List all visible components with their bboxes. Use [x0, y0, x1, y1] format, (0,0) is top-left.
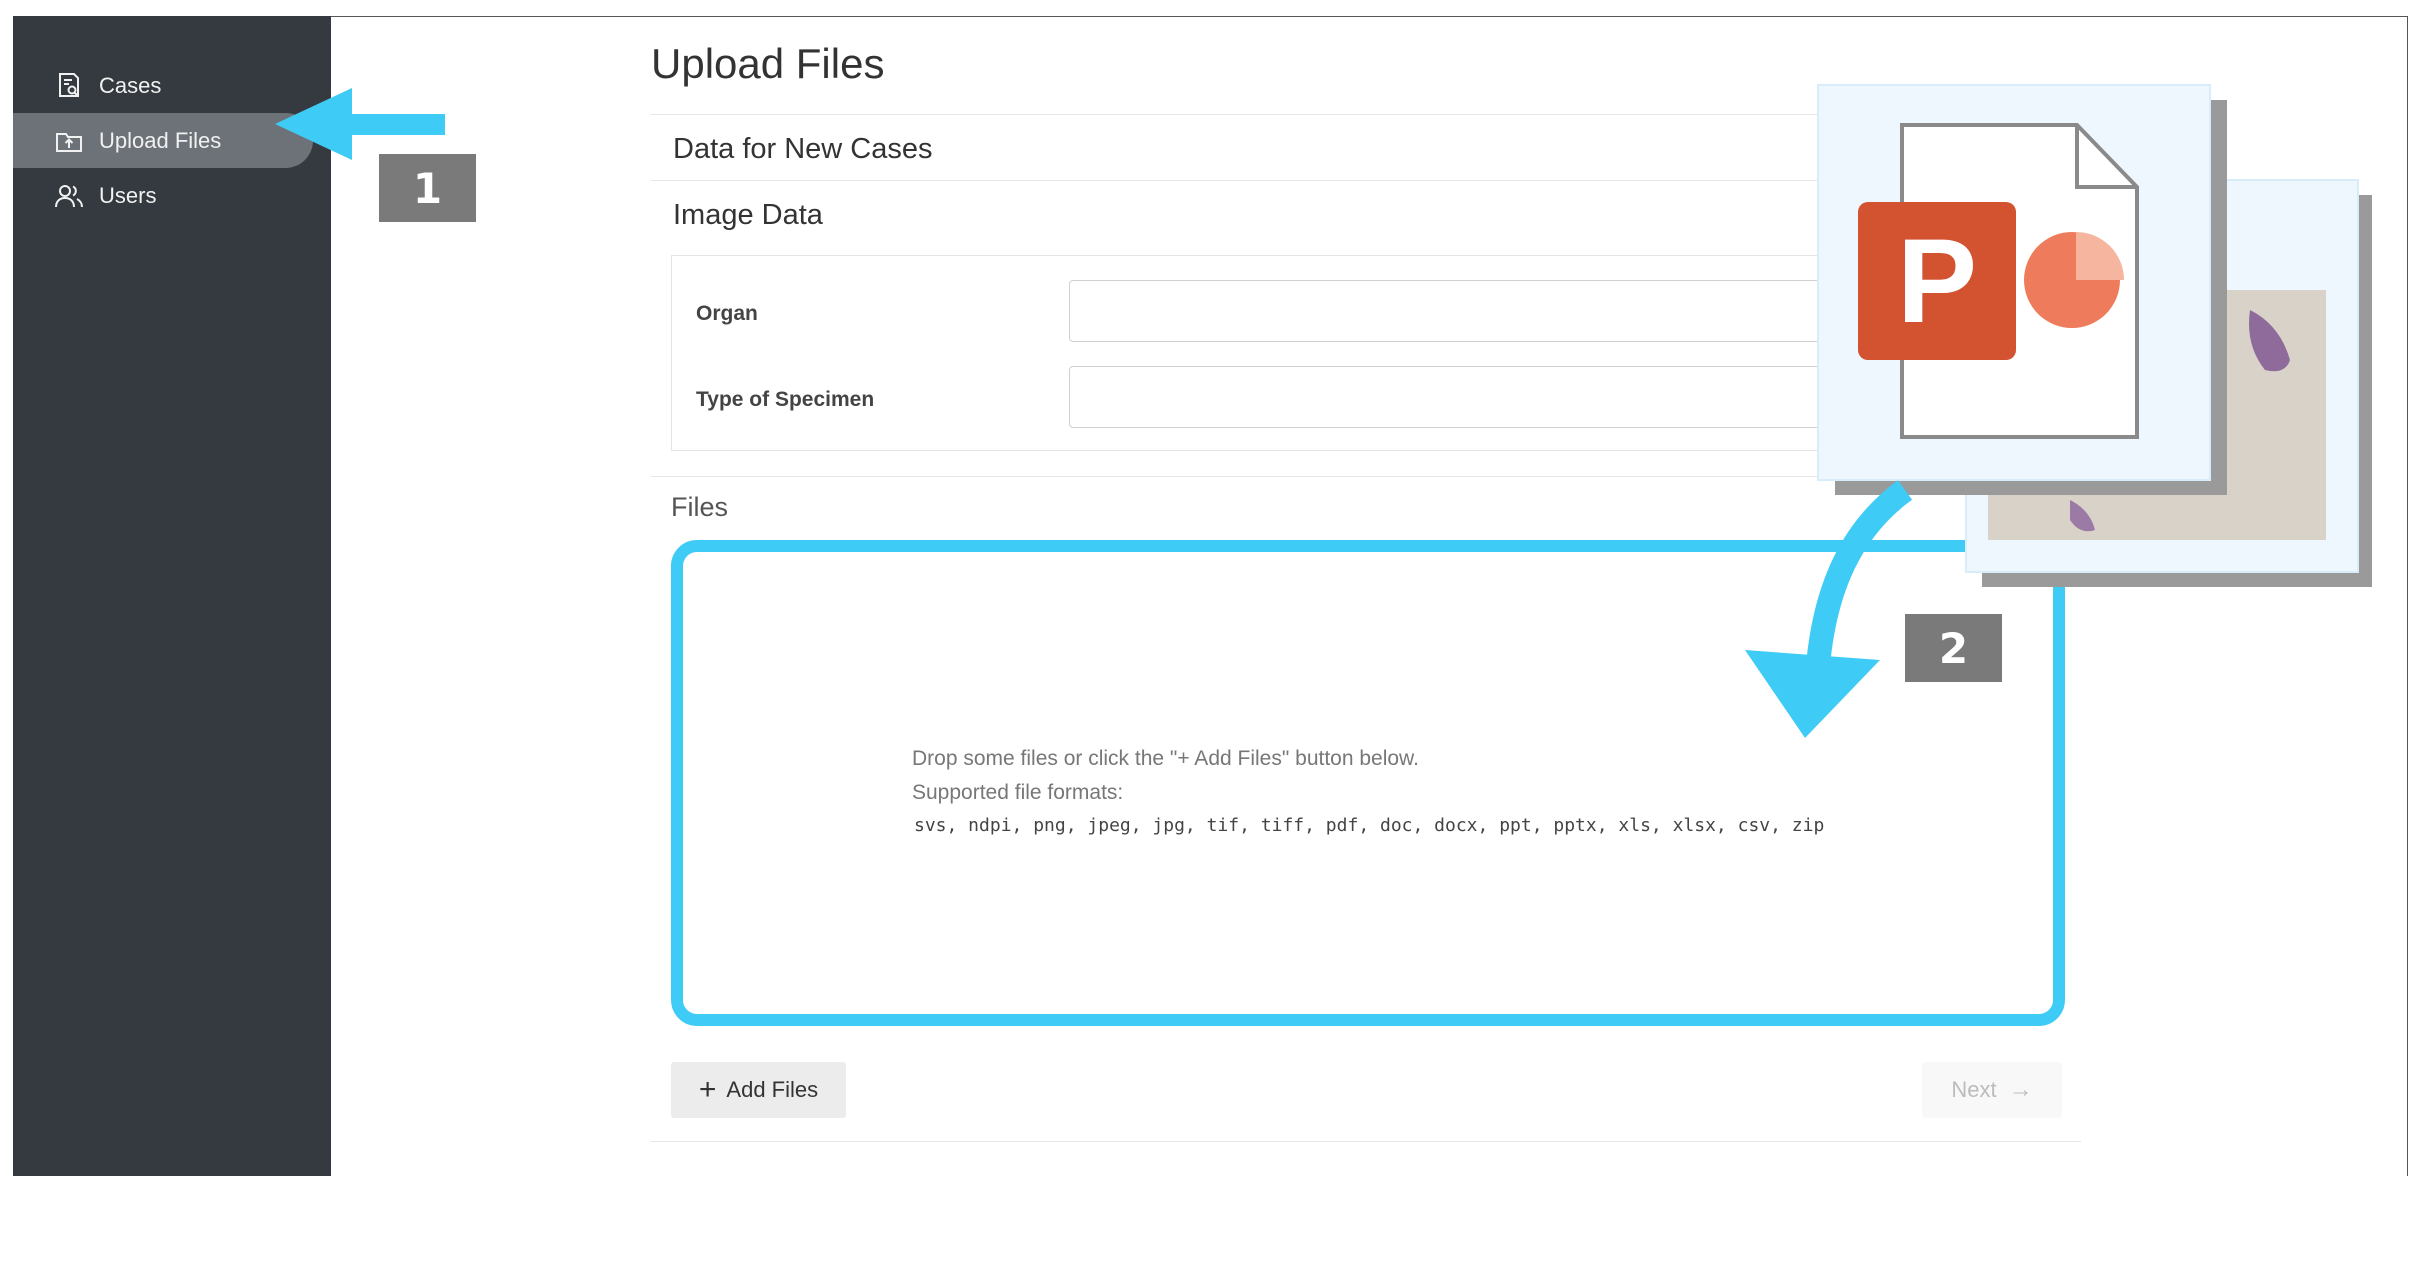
specimen-type-input[interactable]	[1069, 366, 1859, 428]
files-label: Files	[671, 492, 729, 522]
add-files-label: Add Files	[726, 1077, 819, 1102]
page-title: Upload Files	[651, 40, 885, 87]
organ-input[interactable]	[1069, 280, 1859, 342]
next-button[interactable]: Next →	[1922, 1062, 2062, 1118]
upload-icon	[52, 124, 86, 158]
divider	[651, 180, 2081, 181]
dropzone-formats-label: Supported file formats:	[912, 781, 1124, 804]
step-badge-2: 2	[1905, 614, 2002, 682]
arrow-right-icon: →	[2008, 1076, 2033, 1103]
sidebar-item-label: Cases	[99, 72, 162, 98]
specimen-type-label: Type of Specimen	[696, 388, 875, 411]
dropzone-formats-list: svs, ndpi, png, jpeg, jpg, tif, tiff, pd…	[914, 815, 1825, 836]
cases-icon	[52, 69, 86, 103]
divider	[651, 476, 2081, 477]
sidebar-item-users[interactable]: Users	[13, 168, 156, 223]
sidebar: Cases Upload Files Users	[13, 16, 331, 1176]
organ-label: Organ	[696, 302, 758, 325]
plus-icon: +	[698, 1073, 717, 1106]
divider	[651, 1141, 2081, 1142]
sidebar-item-cases[interactable]: Cases	[13, 58, 161, 113]
add-files-button[interactable]: + Add Files	[671, 1062, 846, 1118]
sidebar-item-label: Users	[99, 182, 157, 208]
file-dropzone[interactable]	[671, 540, 2065, 1026]
section-title-image-data: Image Data	[673, 199, 823, 231]
users-icon	[52, 179, 86, 213]
sidebar-item-label: Upload Files	[99, 127, 222, 153]
sidebar-item-upload-files[interactable]: Upload Files	[13, 113, 313, 168]
next-label: Next	[1951, 1077, 1997, 1102]
dropzone-instruction: Drop some files or click the "+ Add File…	[912, 747, 1419, 770]
section-title-new-cases: Data for New Cases	[673, 133, 933, 165]
divider	[651, 114, 2081, 115]
step-badge-1: 1	[379, 154, 476, 222]
